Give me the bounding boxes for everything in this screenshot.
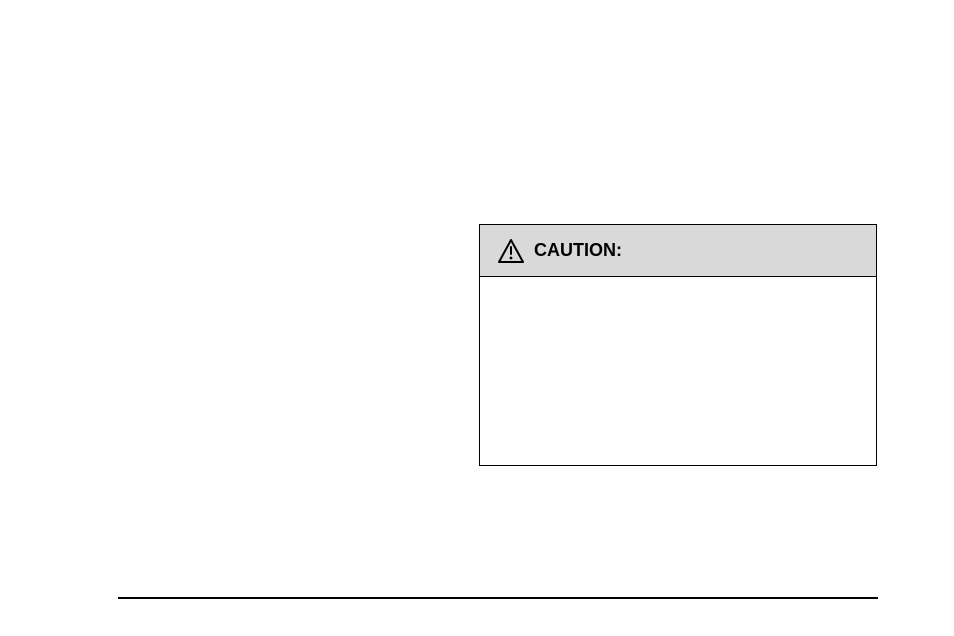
footer-rule <box>118 597 878 599</box>
caution-title: CAUTION: <box>534 238 622 262</box>
caution-box: CAUTION: <box>479 224 877 466</box>
warning-triangle-icon <box>498 239 524 263</box>
page: CAUTION: <box>0 0 954 636</box>
caution-header: CAUTION: <box>480 225 876 277</box>
caution-body <box>480 277 876 309</box>
